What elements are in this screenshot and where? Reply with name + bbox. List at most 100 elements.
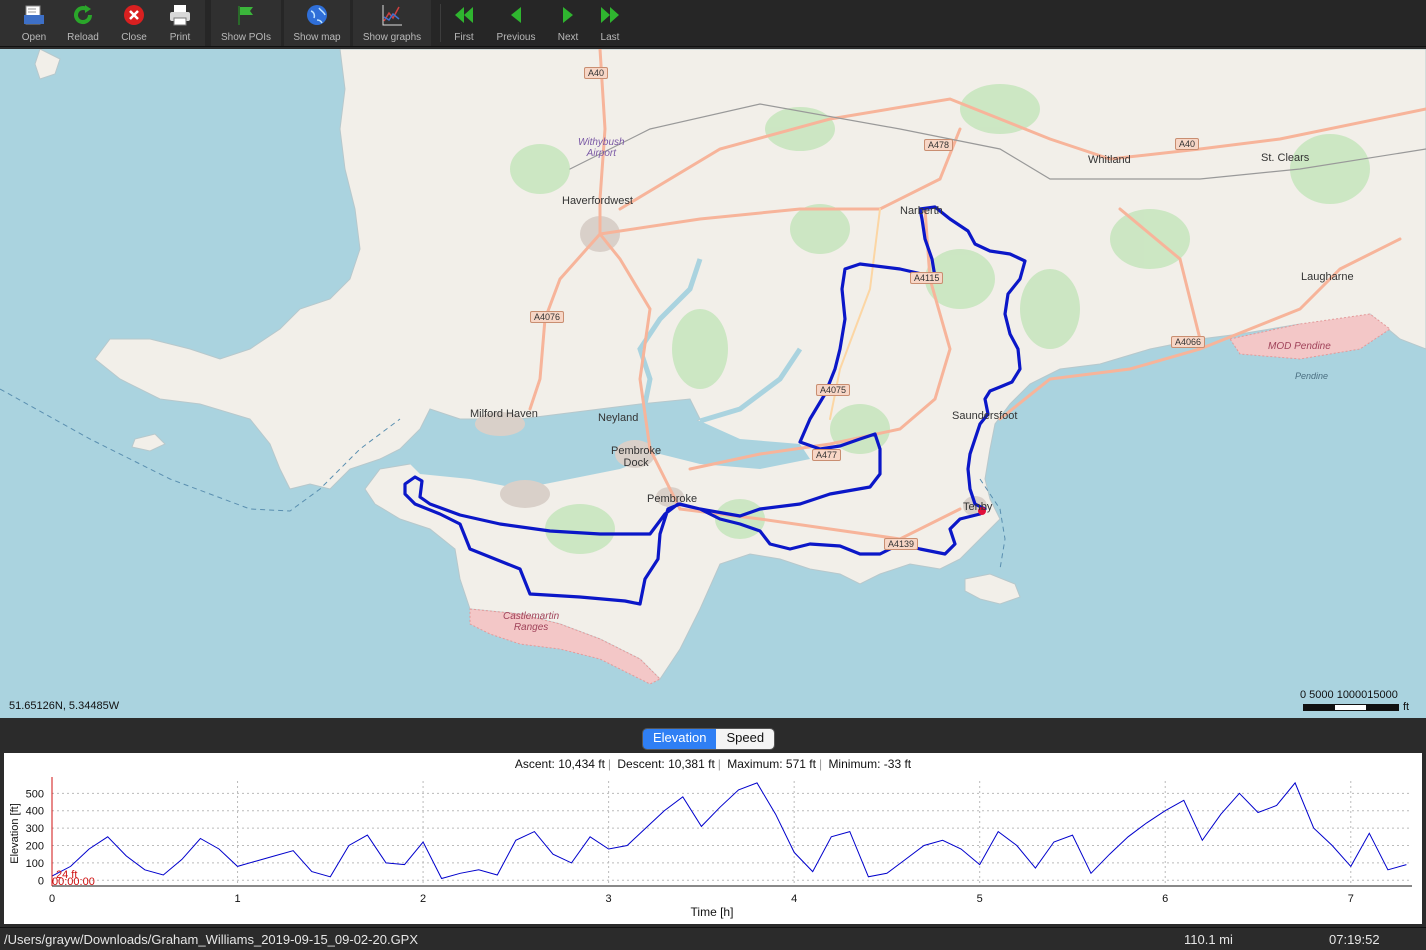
place-milford-haven: Milford Haven (470, 408, 538, 420)
show-map-label: Show map (293, 32, 341, 43)
stat-minimum: Minimum: -33 ft (828, 757, 912, 771)
road-a40-north: A40 (584, 67, 609, 79)
show-pois-label: Show POIs (220, 32, 272, 43)
place-pendine: Pendine (1295, 371, 1329, 381)
graph-icon (382, 5, 402, 26)
y-tick-label: 100 (26, 858, 44, 870)
tab-elevation[interactable]: Elevation (643, 729, 717, 749)
x-tick-label: 1 (234, 893, 240, 905)
file-path: /Users/grayw/Downloads/Graham_Williams_2… (4, 932, 419, 947)
last-label: Last (600, 32, 620, 43)
toolbar: Open Reload Close Print Show POIs Show m… (0, 0, 1426, 47)
graph-stats: Ascent: 10,434 ft | Descent: 10,381 ft | M… (514, 757, 912, 771)
printer-icon (170, 5, 190, 26)
road-a4066: A4066 (1171, 336, 1206, 348)
close-label: Close (121, 32, 147, 43)
flag-icon (238, 6, 253, 25)
place-narberth: Narberth (900, 205, 943, 217)
print-label: Print (169, 32, 191, 43)
y-tick-label: 300 (26, 823, 44, 835)
y-tick-label: 400 (26, 806, 44, 818)
stat-maximum: Maximum: 571 ft (727, 757, 816, 771)
graph-pane: Elevation Speed Ascent: 10,434 ft | Desce… (0, 721, 1426, 926)
place-pembroke-dock: Pembroke Dock (611, 445, 662, 469)
place-castlemartin-ranges: Castlemartin Ranges (503, 611, 560, 633)
toolbar-separator (440, 4, 441, 42)
last-button[interactable]: Last (595, 0, 625, 46)
stat-descent: Descent: 10,381 ft (617, 757, 715, 771)
land-mainland (94, 49, 1426, 680)
scale-bar-graphic (1303, 704, 1399, 711)
x-tick-label: 7 (1348, 893, 1354, 905)
tab-speed[interactable]: Speed (716, 729, 775, 749)
map-view[interactable]: Haverfordwest Withybush Airport Whitland… (0, 49, 1426, 718)
first-icon (455, 7, 473, 23)
next-icon (563, 7, 573, 23)
total-distance: 110.1 mi (1184, 932, 1233, 947)
place-tenby: Tenby (963, 501, 993, 513)
place-saundersfoot: Saundersfoot (952, 410, 1018, 422)
x-tick-label: 4 (791, 893, 797, 905)
show-graphs-label: Show graphs (362, 32, 422, 43)
place-whitland: Whitland (1088, 154, 1131, 166)
x-tick-label: 6 (1162, 893, 1168, 905)
reload-button[interactable]: Reload (63, 0, 103, 46)
road-a478: A478 (924, 139, 954, 151)
island-skokholm (131, 433, 166, 452)
x-tick-label: 3 (606, 893, 612, 905)
road-a40-east: A40 (1175, 138, 1200, 150)
open-icon (24, 5, 44, 25)
globe-icon (307, 5, 327, 25)
slider-time-label: 00:00:00 (52, 876, 95, 888)
y-axis-label: Elevation [ft] (9, 803, 21, 864)
show-map-button[interactable]: Show map (288, 0, 346, 46)
last-icon (601, 7, 619, 23)
x-tick-label: 2 (420, 893, 426, 905)
status-bar: /Users/grayw/Downloads/Graham_Williams_2… (0, 927, 1426, 950)
road-a4076: A4076 (530, 311, 565, 323)
y-tick-label: 200 (26, 840, 44, 852)
next-button[interactable]: Next (553, 0, 583, 46)
cursor-coordinates: 51.65126N, 5.34485W (9, 700, 120, 712)
close-icon (124, 5, 144, 25)
road-a4139: A4139 (884, 538, 919, 550)
elevation-chart: 0 1 2 3 4 5 6 7 0 100 200 300 400 500 Time [h] Elevatio… (9, 777, 1412, 919)
show-graphs-button[interactable]: Show graphs (359, 0, 425, 46)
road-a4115: A4115 (910, 272, 944, 284)
stat-ascent: Ascent: 10,434 ft (514, 757, 605, 771)
print-button[interactable]: Print (162, 0, 198, 46)
y-tick-label: 0 (38, 875, 44, 887)
previous-label: Previous (496, 32, 536, 43)
place-st-clears: St. Clears (1261, 152, 1310, 164)
scale-unit: ft (1403, 701, 1410, 713)
map-canvas (0, 49, 1426, 685)
place-laugharne: Laugharne (1301, 271, 1354, 283)
place-mod-pendine: MOD Pendine (1268, 341, 1331, 352)
place-haverfordwest: Haverfordwest (562, 195, 633, 207)
y-tick-label: 500 (26, 788, 44, 800)
previous-icon (511, 7, 521, 23)
road-a4075: A4075 (816, 384, 851, 396)
next-label: Next (557, 32, 579, 43)
close-button[interactable]: Close (115, 0, 153, 46)
island-ramsey (34, 49, 61, 80)
x-axis-label: Time [h] (691, 905, 734, 919)
elevation-graph[interactable]: Ascent: 10,434 ft | Descent: 10,381 ft | M… (4, 753, 1422, 924)
show-pois-button[interactable]: Show POIs (217, 0, 275, 46)
open-button[interactable]: Open (16, 0, 52, 46)
road-a477: A477 (812, 449, 842, 461)
reload-label: Reload (67, 32, 99, 43)
scale-labels: 0 5000 1000015000 (1300, 689, 1398, 701)
scale-bar: 0 5000 1000015000 ft (1298, 689, 1418, 715)
previous-button[interactable]: Previous (491, 0, 541, 46)
x-tick-label: 0 (49, 893, 55, 905)
place-withybush-airport: Withybush Airport (578, 137, 625, 159)
place-neyland: Neyland (598, 412, 639, 424)
graph-tab-bar: Elevation Speed (642, 728, 776, 750)
reload-icon (74, 5, 93, 25)
island-caldey (964, 573, 1021, 605)
first-label: First (454, 32, 474, 43)
elevation-series-line (51, 781, 1407, 880)
x-tick-label: 5 (977, 893, 983, 905)
first-button[interactable]: First (449, 0, 479, 46)
